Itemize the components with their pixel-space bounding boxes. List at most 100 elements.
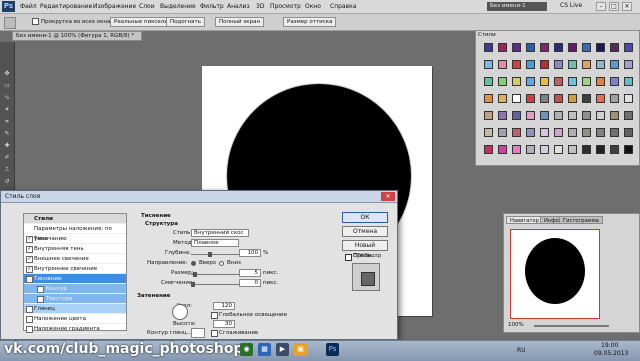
scroll-all-windows-checkbox[interactable]	[32, 18, 39, 25]
styles-list-item[interactable]: Глянец	[24, 304, 126, 314]
style-swatch[interactable]	[484, 94, 493, 103]
menu-select[interactable]: Выделение	[160, 3, 196, 10]
style-swatch[interactable]	[512, 128, 521, 137]
style-swatch[interactable]	[484, 60, 493, 69]
menu-layers[interactable]: Слои	[139, 3, 155, 10]
style-swatch[interactable]	[554, 128, 563, 137]
style-swatch[interactable]	[624, 128, 633, 137]
menu-view[interactable]: Просмотр	[270, 3, 301, 10]
style-swatch[interactable]	[484, 111, 493, 120]
style-swatch[interactable]	[596, 77, 605, 86]
styles-list-item[interactable]: ✓ Тиснение	[24, 274, 126, 284]
direction-up-radio[interactable]	[191, 261, 196, 266]
style-swatch[interactable]	[540, 94, 549, 103]
styles-list-item[interactable]: Текстура	[24, 294, 126, 304]
styles-list-item[interactable]: ✓ Внутреннее свечение	[24, 264, 126, 274]
style-swatch[interactable]	[568, 43, 577, 52]
angle-dial-icon[interactable]	[172, 304, 188, 320]
style-swatch[interactable]	[596, 128, 605, 137]
style-swatch[interactable]	[582, 145, 591, 154]
size-slider-thumb[interactable]	[193, 272, 197, 277]
menu-3d[interactable]: 3D	[256, 3, 264, 10]
magic-wand-tool-icon[interactable]: ✶	[2, 106, 12, 114]
method-dropdown[interactable]: Плавное	[191, 239, 239, 247]
cancel-button[interactable]: Отмена	[342, 226, 388, 237]
soften-input[interactable]: 0	[239, 279, 261, 287]
crop-tool-icon[interactable]: ⌗	[2, 118, 12, 126]
healing-brush-tool-icon[interactable]: ✚	[2, 142, 12, 150]
style-swatch[interactable]	[554, 77, 563, 86]
style-dropdown[interactable]: Внутренний скос	[191, 229, 249, 237]
tab-navigator[interactable]: Навигатор	[506, 216, 543, 224]
style-swatch[interactable]	[610, 60, 619, 69]
preview-checkbox[interactable]	[345, 254, 352, 261]
style-checkbox[interactable]	[26, 326, 33, 333]
brush-tool-icon[interactable]: ✐	[2, 154, 12, 162]
tab-histogram[interactable]: Гистограмма	[559, 216, 603, 224]
menu-analysis[interactable]: Анализ	[227, 3, 250, 10]
style-swatch[interactable]	[498, 60, 507, 69]
style-swatch[interactable]	[512, 43, 521, 52]
style-swatch[interactable]	[484, 77, 493, 86]
styles-list-item[interactable]: Параметры наложения: по умолчанию	[24, 224, 126, 242]
style-swatch[interactable]	[596, 145, 605, 154]
style-swatch[interactable]	[568, 60, 577, 69]
zoom-slider[interactable]	[534, 325, 609, 327]
style-swatch[interactable]	[484, 145, 493, 154]
document-switcher[interactable]: Без имени-1	[487, 2, 547, 11]
style-swatch[interactable]	[512, 145, 521, 154]
style-swatch[interactable]	[596, 111, 605, 120]
soften-slider[interactable]	[191, 284, 246, 285]
ok-button[interactable]: ОК	[342, 212, 388, 223]
altitude-input[interactable]: 30	[213, 320, 235, 328]
lasso-tool-icon[interactable]: ∿	[2, 94, 12, 102]
styles-list-item[interactable]: ✓ Внешнее свечение	[24, 254, 126, 264]
depth-slider[interactable]	[191, 254, 246, 255]
style-swatch[interactable]	[582, 94, 591, 103]
style-swatch[interactable]	[498, 43, 507, 52]
style-swatch[interactable]	[582, 128, 591, 137]
gloss-contour-picker[interactable]	[191, 328, 205, 338]
stamp-tool-icon[interactable]: ⎍	[2, 166, 12, 174]
style-swatch[interactable]	[582, 77, 591, 86]
style-swatch[interactable]	[540, 111, 549, 120]
dialog-title-bar[interactable]: Стиль слоя ✕	[1, 191, 397, 203]
new-style-button[interactable]: Новый стиль...	[342, 240, 388, 259]
style-swatch[interactable]	[624, 145, 633, 154]
style-swatch[interactable]	[610, 128, 619, 137]
style-checkbox[interactable]: ✓	[26, 266, 33, 273]
soften-slider-thumb[interactable]	[191, 282, 195, 287]
eyedropper-tool-icon[interactable]: ✎	[2, 130, 12, 138]
style-swatch[interactable]	[568, 94, 577, 103]
photoshop-taskbar-icon[interactable]: Ps	[326, 343, 339, 356]
menu-edit[interactable]: Редактирование	[40, 3, 92, 10]
style-swatch[interactable]	[568, 77, 577, 86]
scroll-all-windows-option[interactable]: Прокрутка во всех окнах	[32, 18, 114, 25]
style-swatch[interactable]	[610, 77, 619, 86]
media-taskbar-icon[interactable]: ▶	[276, 343, 289, 356]
size-input[interactable]: 5	[239, 269, 261, 277]
chrome-taskbar-icon[interactable]: ◉	[240, 343, 253, 356]
style-swatch[interactable]	[512, 111, 521, 120]
style-swatch[interactable]	[512, 94, 521, 103]
style-swatch[interactable]	[596, 60, 605, 69]
direction-down-radio[interactable]	[219, 261, 224, 266]
style-swatch[interactable]	[498, 145, 507, 154]
style-swatch[interactable]	[540, 145, 549, 154]
style-swatch[interactable]	[568, 111, 577, 120]
style-swatch[interactable]	[568, 145, 577, 154]
style-checkbox[interactable]: ✓	[26, 246, 33, 253]
folder-taskbar-icon[interactable]: ▣	[294, 343, 307, 356]
style-checkbox[interactable]: ✓	[26, 276, 33, 283]
clock-time[interactable]: 19:00	[601, 342, 618, 349]
style-swatch[interactable]	[526, 128, 535, 137]
clock-date[interactable]: 09.05.2013	[594, 350, 628, 357]
marquee-tool-icon[interactable]: ▭	[2, 82, 12, 90]
explorer-taskbar-icon[interactable]: ▦	[258, 343, 271, 356]
style-swatch[interactable]	[624, 94, 633, 103]
language-indicator[interactable]: RU	[517, 347, 526, 354]
minimize-button[interactable]: –	[596, 2, 606, 11]
style-swatch[interactable]	[512, 60, 521, 69]
style-swatch[interactable]	[624, 111, 633, 120]
styles-list-item[interactable]: ✓ Внутренняя тень	[24, 244, 126, 254]
